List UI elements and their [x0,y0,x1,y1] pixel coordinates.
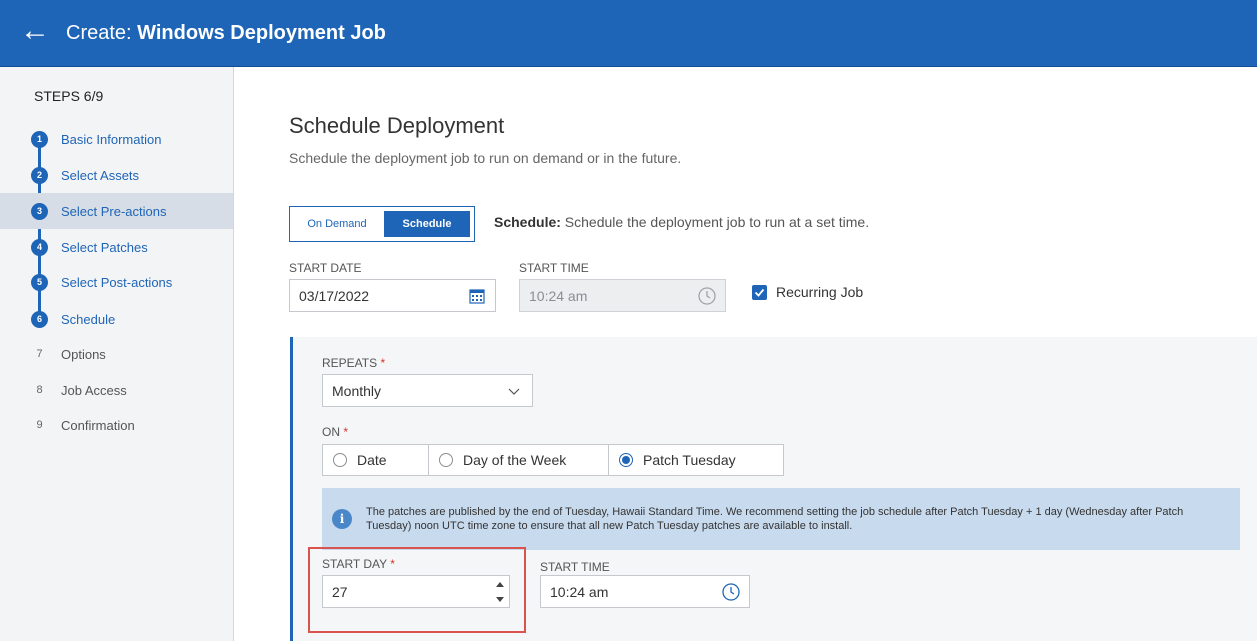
on-radio-group: Date Day of the Week Patch Tuesday [322,444,784,476]
step-select-assets[interactable]: 2 Select Assets [0,157,233,193]
required-mark: * [343,425,349,439]
step-confirmation[interactable]: 9 Confirmation [0,407,233,443]
patch-tuesday-info-box: i The patches are published by the end o… [322,488,1240,550]
page-subtitle: Schedule the deployment job to run on de… [289,150,682,166]
step-label: Select Pre-actions [61,203,167,219]
start-date-input[interactable]: 03/17/2022 [289,279,496,312]
radio-button[interactable] [619,453,633,467]
start-day-label: START DAY * [322,557,395,571]
recurring-job-label: Recurring Job [776,284,864,300]
steps-progress-label: STEPS 6/9 [34,88,104,104]
start-time-input[interactable]: 10:24 am [519,279,726,312]
schedule-type-toggle: On Demand Schedule [289,206,475,242]
app-header: ← Create: Windows Deployment Job [0,0,1257,67]
step-label: Schedule [61,311,116,327]
step-select-pre-actions[interactable]: 3 Select Pre-actions [0,193,233,229]
caret-down-icon[interactable] [496,597,504,603]
arrow-left-icon[interactable]: ← [20,16,50,46]
repeats-label: REPEATS * [322,356,385,370]
required-mark: * [390,557,395,571]
main-content: Schedule Deployment Schedule the deploym… [235,67,1257,641]
calendar-icon[interactable] [467,286,487,306]
step-label: Basic Information [61,131,162,147]
number-stepper[interactable] [495,581,505,603]
radio-label: Date [357,452,387,468]
radio-option-date[interactable]: Date [323,445,429,475]
step-number: 8 [36,384,43,396]
step-select-patches[interactable]: 4 Select Patches [0,229,233,265]
step-number: 7 [36,348,43,360]
clock-icon [698,287,716,305]
radio-label: Day of the Week [463,452,567,468]
step-label: Confirmation [61,417,135,433]
repeats-value: Monthly [332,382,382,399]
recurring-job-checkbox[interactable] [752,285,767,300]
step-label: Job Access [61,382,127,398]
repeats-select[interactable]: Monthly [322,374,533,407]
step-number: 2 [31,166,48,184]
start-day-label-text: START DAY [322,557,387,571]
recurring-start-time-input[interactable]: 10:24 am [540,575,750,608]
page-title: Schedule Deployment [289,113,505,138]
radio-button[interactable] [439,453,453,467]
caret-up-icon[interactable] [496,581,504,587]
step-schedule[interactable]: 6 Schedule [0,301,233,337]
info-icon: i [332,509,352,529]
step-number: 9 [36,419,43,431]
step-label: Select Patches [61,239,148,255]
radio-option-day-of-week[interactable]: Day of the Week [429,445,609,475]
header-title-job-name: Windows Deployment Job [137,21,386,44]
radio-option-patch-tuesday[interactable]: Patch Tuesday [609,445,783,475]
repeats-label-text: REPEATS [322,356,378,370]
on-label-text: ON [322,425,340,439]
start-time-value: 10:24 am [529,287,588,304]
step-label: Select Assets [61,167,140,183]
info-text: The patches are published by the end of … [366,506,1184,532]
step-number: 5 [31,273,48,291]
schedule-description-label: Schedule: [494,214,561,230]
step-select-post-actions[interactable]: 5 Select Post-actions [0,264,233,300]
start-date-label: START DATE [289,261,362,275]
step-number: 6 [31,310,48,328]
start-day-value: 27 [332,583,348,600]
schedule-description: Schedule: Schedule the deployment job to… [494,214,869,230]
start-day-input[interactable]: 27 [322,575,510,608]
header-title-prefix: Create: [66,21,132,44]
steps-sidebar: STEPS 6/9 1 Basic Information 2 Select A… [0,67,234,641]
radio-label: Patch Tuesday [643,452,736,468]
schedule-description-text: Schedule the deployment job to run at a … [564,214,870,230]
radio-button[interactable] [333,453,347,467]
step-number: 1 [31,130,48,148]
step-basic-information[interactable]: 1 Basic Information [0,121,233,157]
schedule-button[interactable]: Schedule [384,211,470,237]
step-options[interactable]: 7 Options [0,336,233,372]
clock-icon[interactable] [721,582,741,602]
recurring-start-time-label: START TIME [540,560,610,574]
chevron-down-icon [508,388,520,395]
step-number: 4 [31,238,48,256]
checkmark-icon [754,288,765,297]
step-label: Options [61,346,106,362]
radio-selected-dot [622,456,630,464]
recurring-start-time-value: 10:24 am [550,583,609,600]
start-time-label: START TIME [519,261,589,275]
step-number: 3 [31,202,48,220]
on-label: ON * [322,425,348,439]
start-date-value: 03/17/2022 [299,287,370,304]
page-header-title: Create: Windows Deployment Job [66,22,386,45]
on-demand-button[interactable]: On Demand [294,211,380,237]
required-mark: * [380,356,386,370]
step-label: Select Post-actions [61,274,173,290]
step-job-access[interactable]: 8 Job Access [0,372,233,408]
